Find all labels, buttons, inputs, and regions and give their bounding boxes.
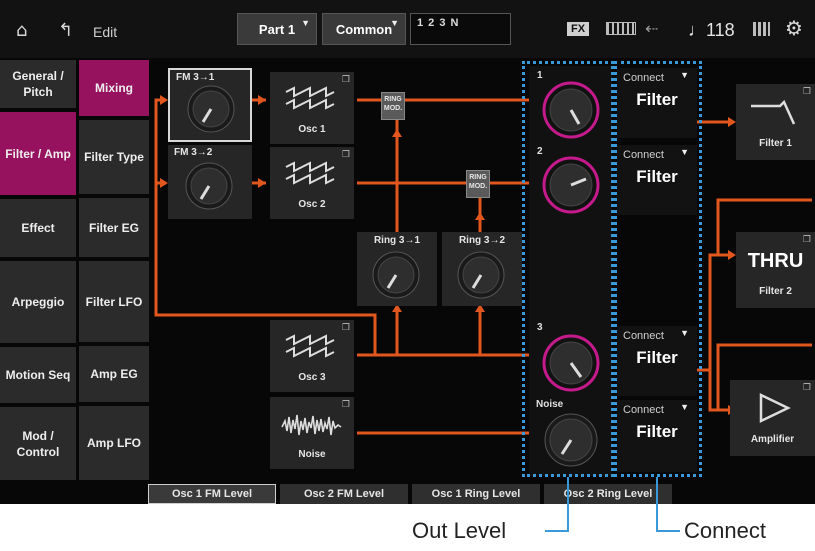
out-level-annotation: Out Level — [412, 518, 507, 543]
callout-lines — [545, 477, 680, 532]
connect-annotation: Connect — [684, 518, 766, 543]
